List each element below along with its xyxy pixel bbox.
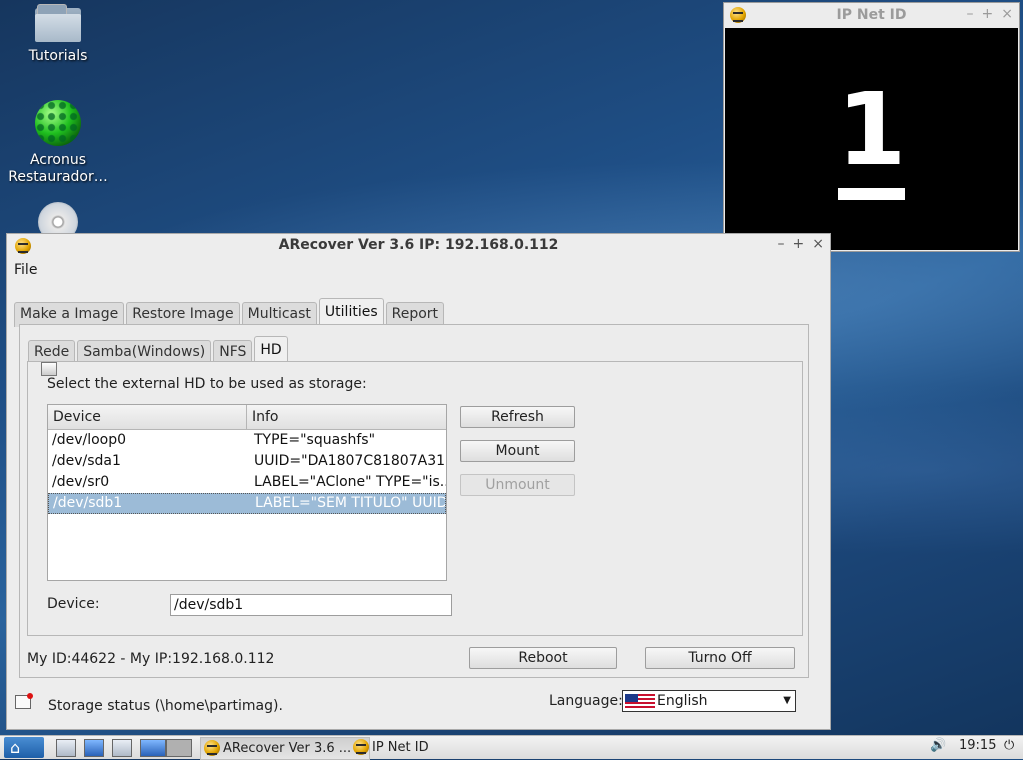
- task-label: IP Net ID: [372, 740, 429, 755]
- menu-file[interactable]: File: [14, 262, 37, 278]
- table-row[interactable]: /dev/loop0 TYPE="squashfs": [48, 430, 446, 451]
- app-logo-icon: [353, 739, 369, 755]
- ipnet-window: IP Net ID – + × 1: [723, 2, 1020, 252]
- device-cell: /dev/sda1: [52, 453, 121, 469]
- app-logo-icon: [204, 740, 220, 756]
- language-value: English: [657, 693, 708, 709]
- chevron-down-icon: ▼: [783, 695, 791, 706]
- device-list[interactable]: Device Info /dev/loop0 TYPE="squashfs" /…: [47, 404, 447, 581]
- language-label: Language:: [549, 693, 623, 709]
- turn-off-button[interactable]: Turno Off: [645, 647, 795, 669]
- task-ipnet[interactable]: IP Net ID: [350, 737, 482, 758]
- folder-icon: [35, 4, 81, 42]
- table-row[interactable]: /dev/sda1 UUID="DA1807C81807A31...: [48, 451, 446, 472]
- ipnet-id-number: 1: [836, 71, 907, 188]
- info-cell: UUID="DA1807C81807A31...: [254, 453, 446, 469]
- close-icon[interactable]: ×: [812, 236, 824, 252]
- hard-drive-icon: [41, 362, 57, 376]
- ipnet-underline: [838, 188, 905, 200]
- device-cell: /dev/sr0: [52, 474, 110, 490]
- minimize-icon[interactable]: –: [778, 236, 785, 252]
- main-tabs: Make a Image Restore Image Multicast Uti…: [14, 298, 445, 327]
- file-manager-icon[interactable]: [56, 739, 76, 757]
- hd-instruction: Select the external HD to be used as sto…: [47, 376, 367, 392]
- my-id-ip: My ID:44622 - My IP:192.168.0.112: [27, 651, 275, 667]
- workspace-2-icon[interactable]: [166, 739, 192, 757]
- close-icon[interactable]: ×: [1001, 6, 1013, 22]
- power-icon[interactable]: ⏻: [1004, 738, 1014, 753]
- window-title: ARecover Ver 3.6 IP: 192.168.0.112: [278, 237, 559, 253]
- storage-status-icon: [15, 693, 33, 709]
- column-header-info[interactable]: Info: [247, 405, 279, 429]
- task-arecover[interactable]: ARecover Ver 3.6 ...: [200, 737, 370, 760]
- info-cell: LABEL="SEM TITULO" UUID...: [255, 495, 445, 511]
- volume-icon[interactable]: 🔊: [930, 738, 946, 753]
- task-label: ARecover Ver 3.6 ...: [223, 741, 352, 756]
- arecover-window: ARecover Ver 3.6 IP: 192.168.0.112 – + ×…: [6, 233, 831, 730]
- arecover-titlebar[interactable]: ARecover Ver 3.6 IP: 192.168.0.112 – + ×: [7, 234, 830, 256]
- device-list-header: Device Info: [48, 405, 446, 430]
- language-select[interactable]: English ▼: [622, 690, 796, 712]
- desktop-icon-tutorials[interactable]: Tutorials: [3, 4, 113, 65]
- maximize-icon[interactable]: +: [982, 6, 994, 22]
- show-desktop-icon[interactable]: [112, 739, 132, 757]
- browser-icon[interactable]: [84, 739, 104, 757]
- table-row[interactable]: /dev/sr0 LABEL="AClone" TYPE="is...: [48, 472, 446, 493]
- ipnet-titlebar[interactable]: IP Net ID – + ×: [724, 3, 1019, 27]
- minimize-icon[interactable]: –: [967, 6, 974, 22]
- maximize-icon[interactable]: +: [793, 236, 805, 252]
- table-row-selected[interactable]: /dev/sdb1 LABEL="SEM TITULO" UUID...: [48, 493, 446, 514]
- info-cell: TYPE="squashfs": [254, 432, 376, 448]
- tab-utilities[interactable]: Utilities: [318, 298, 384, 327]
- globe-icon: [35, 100, 81, 146]
- start-menu-button[interactable]: [4, 737, 44, 758]
- desktop-icon-acronus[interactable]: Acronus Restaurador…: [3, 100, 113, 186]
- desktop-icon-label: Tutorials: [28, 48, 88, 64]
- info-cell: LABEL="AClone" TYPE="is...: [254, 474, 446, 490]
- device-cell: /dev/loop0: [52, 432, 127, 448]
- device-field[interactable]: /dev/sdb1: [170, 594, 452, 616]
- us-flag-icon: [625, 694, 655, 709]
- reboot-button[interactable]: Reboot: [469, 647, 617, 669]
- device-cell: /dev/sdb1: [53, 495, 123, 511]
- desktop-icon-label: Acronus Restaurador…: [8, 152, 108, 185]
- clock: 19:15: [959, 738, 997, 753]
- storage-status: Storage status (\home\partimag).: [48, 698, 283, 714]
- device-label: Device:: [47, 596, 100, 612]
- taskbar: ARecover Ver 3.6 ... IP Net ID 🔊 19:15 ⏻: [0, 735, 1023, 760]
- column-header-device[interactable]: Device: [48, 405, 247, 429]
- mount-button[interactable]: Mount: [460, 440, 575, 462]
- unmount-button[interactable]: Unmount: [460, 474, 575, 496]
- ipnet-display: 1: [725, 28, 1018, 250]
- refresh-button[interactable]: Refresh: [460, 406, 575, 428]
- workspace-1-icon[interactable]: [140, 739, 166, 757]
